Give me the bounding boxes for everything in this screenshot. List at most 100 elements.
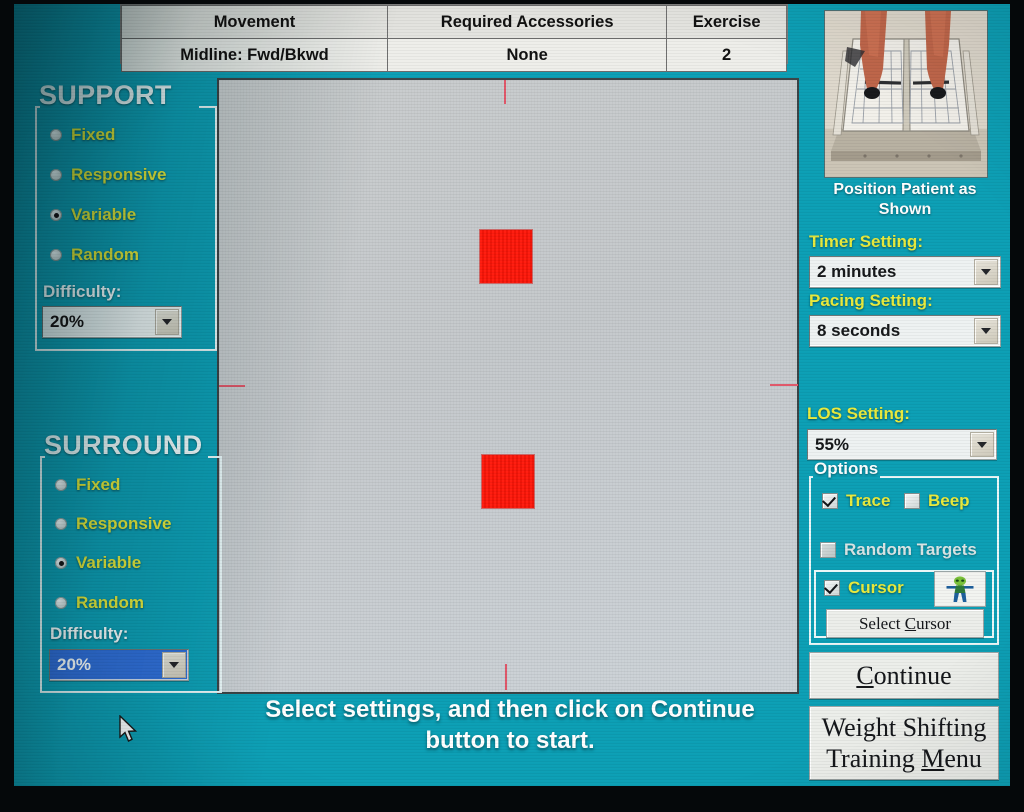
person-figure-icon[interactable] [934,571,986,607]
random-targets-label: Random Targets [844,540,977,559]
instruction-line-2: button to start. [425,727,595,755]
target-upper [479,229,533,284]
header-exercise-label: Exercise [666,5,787,39]
radio-indicator [50,169,62,181]
cursor-checkbox[interactable]: Cursor [824,578,904,598]
surround-radio-responsive[interactable]: Responsive [55,514,171,534]
beep-checkbox[interactable]: Beep [904,491,970,511]
support-group-border-right [199,106,217,108]
pacing-setting-label: Pacing Setting: [809,291,933,310]
support-radio-variable-label: Variable [71,205,137,224]
checkbox-indicator-disabled [820,542,836,558]
support-radio-random-label: Random [71,245,139,264]
options-group-border-right [880,476,999,478]
support-group-title: SUPPORT [39,80,172,110]
select-cursor-accel: C [904,613,917,633]
exercise-info-table: Movement Required Accessories Exercise M… [120,4,788,72]
los-setting-label: LOS Setting: [807,404,910,423]
header-accessories-value: None [386,38,668,72]
radio-indicator-selected [50,209,62,221]
crosshair-tick-right [770,384,798,386]
los-setting-dropdown[interactable]: 55% [807,429,997,460]
timer-setting-dropdown[interactable]: 2 minutes [809,256,1001,288]
radio-indicator [55,518,67,530]
crosshair-tick-bottom [505,664,507,690]
crosshair-tick-left [219,385,245,387]
support-radio-variable[interactable]: Variable [50,205,136,225]
surround-radio-fixed-label: Fixed [76,475,121,494]
mouse-pointer-icon [118,714,140,750]
header-movement-label: Movement [121,5,388,39]
surround-radio-fixed[interactable]: Fixed [55,475,120,495]
application-screen: Movement Required Accessories Exercise M… [14,4,1010,786]
person-figure-glyph [946,576,974,602]
radio-indicator [55,597,67,609]
surround-radio-random-label: Random [76,593,144,612]
photo-caption: Position Patient as Shown [810,180,1000,220]
header-movement-value: Midline: Fwd/Bkwd [121,38,388,72]
surround-radio-variable-label: Variable [76,553,142,572]
crt-bezel: Movement Required Accessories Exercise M… [0,0,1024,812]
trace-label: Trace [846,491,891,510]
select-cursor-button-label: Select Cursor [858,613,952,633]
continue-button-label: Continue [856,660,952,690]
trace-checkbox[interactable]: Trace [822,491,890,511]
options-group-title: Options [814,459,879,478]
patient-on-forceplate-image [825,11,987,177]
surround-radio-variable[interactable]: Variable [55,553,141,573]
checkbox-indicator [904,493,920,509]
chevron-down-icon[interactable] [974,259,998,285]
chevron-down-icon[interactable] [162,652,186,678]
support-radio-fixed[interactable]: Fixed [50,125,115,145]
beep-label: Beep [928,491,970,510]
pacing-setting-value: 8 seconds [817,321,901,340]
surround-radio-random[interactable]: Random [55,593,144,613]
surround-difficulty-dropdown[interactable]: 20% [49,649,189,681]
los-setting-value: 55% [815,434,850,454]
exercise-display-canvas[interactable] [217,78,799,694]
random-targets-checkbox: Random Targets [820,540,977,560]
radio-indicator [50,249,62,261]
support-radio-responsive-label: Responsive [71,165,167,184]
continue-accel: C [856,660,874,690]
radio-indicator [55,479,67,491]
timer-setting-value: 2 minutes [817,262,897,281]
checkbox-indicator-checked [824,580,840,596]
menu-button-label: Weight Shifting Training Menu [821,712,987,773]
radio-indicator-selected [55,557,67,569]
menu-button-line-1: Weight Shifting [821,712,987,742]
support-difficulty-value: 20% [50,312,85,331]
chevron-down-icon[interactable] [970,432,994,457]
pacing-setting-dropdown[interactable]: 8 seconds [809,315,1001,347]
surround-group-border-right [208,456,222,458]
instruction-text: Select settings, and then click on Conti… [222,694,798,756]
weight-shifting-training-menu-button[interactable]: Weight Shifting Training Menu [809,706,999,780]
select-cursor-button[interactable]: Select Cursor [826,609,984,638]
surround-difficulty-label: Difficulty: [50,624,129,643]
header-accessories-label: Required Accessories [386,5,668,39]
support-radio-random[interactable]: Random [50,245,139,265]
patient-position-photo [824,10,988,178]
checkbox-indicator-checked [822,493,838,509]
chevron-down-icon[interactable] [974,318,998,344]
surround-difficulty-value: 20% [57,655,92,674]
instruction-line-1: Select settings, and then click on Conti… [265,696,755,723]
photo-caption-line-1: Position Patient as [833,181,977,198]
header-exercise-value: 2 [666,38,787,72]
crosshair-tick-top [504,80,506,104]
radio-indicator [50,129,62,141]
surround-group-title: SURROUND [44,430,203,460]
chevron-down-icon[interactable] [155,309,179,335]
support-radio-fixed-label: Fixed [71,125,116,144]
menu-accel: M [921,744,945,773]
target-lower [481,454,535,509]
surround-radio-responsive-label: Responsive [76,514,172,533]
continue-button[interactable]: Continue [809,652,999,699]
cursor-label: Cursor [848,578,904,597]
support-difficulty-dropdown[interactable]: 20% [42,306,182,338]
timer-setting-label: Timer Setting: [809,232,923,251]
options-group-border-left [809,476,813,478]
photo-caption-line-2: Shown [878,201,932,218]
support-difficulty-label: Difficulty: [43,282,122,301]
support-radio-responsive[interactable]: Responsive [50,165,166,185]
